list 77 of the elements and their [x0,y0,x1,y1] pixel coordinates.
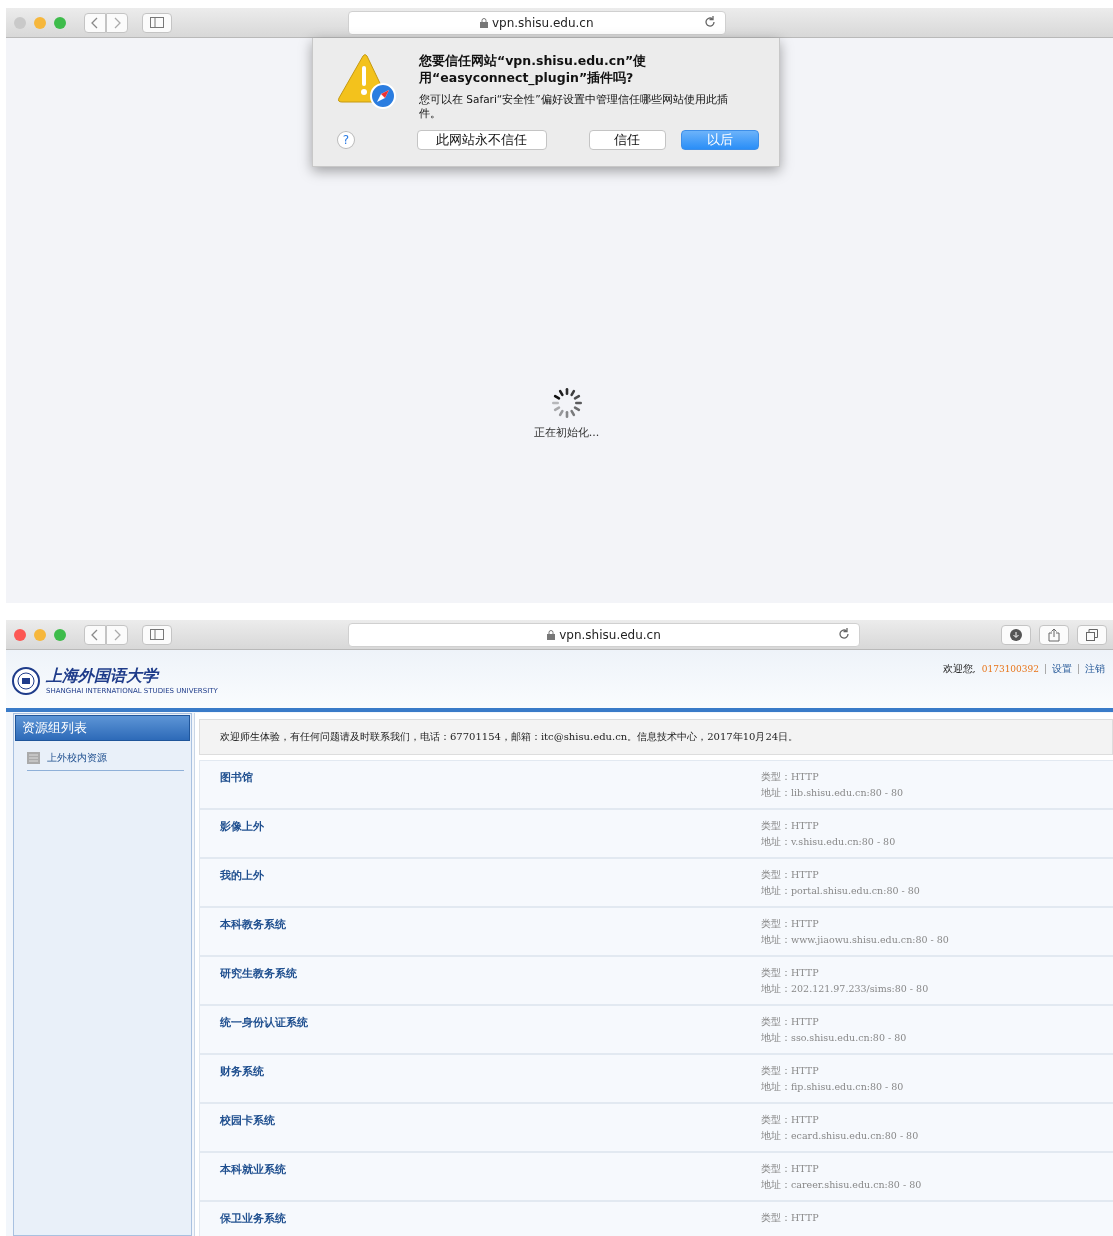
back-button[interactable] [84,12,106,33]
forward-icon [113,628,121,641]
university-seal-icon [12,666,40,695]
window-control-button[interactable] [14,628,26,641]
resource-type: 类型：HTTP [761,869,820,882]
share-button[interactable] [1039,624,1069,645]
tabs-icon [1086,628,1098,641]
resource-type: 类型：HTTP [761,1212,819,1225]
back-icon [91,628,99,641]
resource-address: 地址：portal.shisu.edu.cn:80 - 80 [761,885,920,898]
window-control-button[interactable] [54,16,66,29]
resource-link[interactable]: 研究生教务系统 [200,957,761,1004]
resource-link[interactable]: 图书馆 [200,761,761,808]
resource-address: 地址：sso.shisu.edu.cn:80 - 80 [761,1032,907,1045]
resource-type: 类型：HTTP [761,1114,820,1127]
window-control-button[interactable] [54,628,66,641]
sidebar-icon [150,629,164,640]
user-id: 0173100392 [981,664,1039,674]
resource-address: 地址：lib.shisu.edu.cn:80 - 80 [761,787,904,800]
dialog-message: 您可以在 Safari“安全性”偏好设置中管理信任哪些网站使用此插件。 [419,92,729,120]
resource-type: 类型：HTTP [761,1065,820,1078]
resource-type: 类型：HTTP [761,1016,820,1029]
forward-icon [113,16,121,29]
resource-link[interactable]: 校园卡系统 [200,1104,761,1151]
resource-type: 类型：HTTP [761,967,820,980]
lock-icon [547,629,556,640]
resource-address: 地址：fip.shisu.edu.cn:80 - 80 [761,1081,904,1094]
list-icon [27,752,40,764]
help-button[interactable]: ? [337,131,355,149]
resource-link[interactable]: 统一身份认证系统 [200,1006,761,1053]
university-name: 上海外国语大学 [46,666,161,687]
loading-text: 正在初始化... [533,425,600,440]
download-icon [1010,628,1022,641]
resource-type: 类型：HTTP [761,918,820,931]
share-icon [1048,627,1060,642]
header-link[interactable]: 设置 [1052,662,1072,676]
back-button[interactable] [84,624,106,645]
resource-link[interactable]: 保卫业务系统 [200,1202,761,1236]
header-link[interactable]: 注销 [1085,662,1105,676]
notice-banner: 欢迎师生体验，有任何问题请及时联系我们，电话：67701154，邮箱：itc@shisu.edu.cn。信息技术中心，2017年10月24日。 [199,719,1113,755]
sidebar-icon [150,17,164,28]
forward-button[interactable] [106,624,128,645]
sidebar-button[interactable] [142,624,172,645]
forward-button[interactable] [106,12,128,33]
lock-icon [479,17,488,28]
window-control-button[interactable] [34,16,46,29]
resource-address: 地址：ecard.shisu.edu.cn:80 - 80 [761,1130,919,1143]
resource-link[interactable]: 财务系统 [200,1055,761,1102]
resource-link[interactable]: 本科教务系统 [200,908,761,955]
reload-icon[interactable] [837,626,851,641]
window-control-button[interactable] [14,16,26,29]
address-bar[interactable]: vpn.shisu.edu.cn [348,622,860,647]
resource-link[interactable]: 影像上外 [200,810,761,857]
resource-address: 地址：202.121.97.233/sims:80 - 80 [761,983,929,996]
download-button[interactable] [1001,624,1031,645]
window-control-button[interactable] [34,628,46,641]
warning-icon [337,52,397,110]
dialog-title: 您要信任网站“vpn.shisu.edu.cn”使用“easyconnect_plugin”插件吗? [419,52,648,86]
resource-link[interactable]: 我的上外 [200,859,761,906]
dialog-button[interactable]: 信任 [588,130,667,150]
address-bar[interactable]: vpn.shisu.edu.cn [348,10,726,35]
resource-address: 地址：career.shisu.edu.cn:80 - 80 [761,1179,922,1192]
back-icon [91,16,99,29]
spinner-icon [550,387,583,419]
dialog-button[interactable]: 此网站永不信任 [416,130,547,150]
sidebar-title: 资源组列表 [15,715,190,741]
reload-icon[interactable] [702,14,717,29]
resource-type: 类型：HTTP [761,1163,820,1176]
resource-address: 地址：www.jiaowu.shisu.edu.cn:80 - 80 [761,934,949,947]
welcome-text: 欢迎您, [942,662,976,676]
resource-type: 类型：HTTP [761,771,820,784]
resource-type: 类型：HTTP [761,820,820,833]
resource-link[interactable]: 本科就业系统 [200,1153,761,1200]
resource-address: 地址：v.shisu.edu.cn:80 - 80 [761,836,896,849]
sidebar-item[interactable]: 上外校内资源 [27,751,184,771]
tabs-button[interactable] [1077,624,1107,645]
sidebar-button[interactable] [142,12,172,33]
